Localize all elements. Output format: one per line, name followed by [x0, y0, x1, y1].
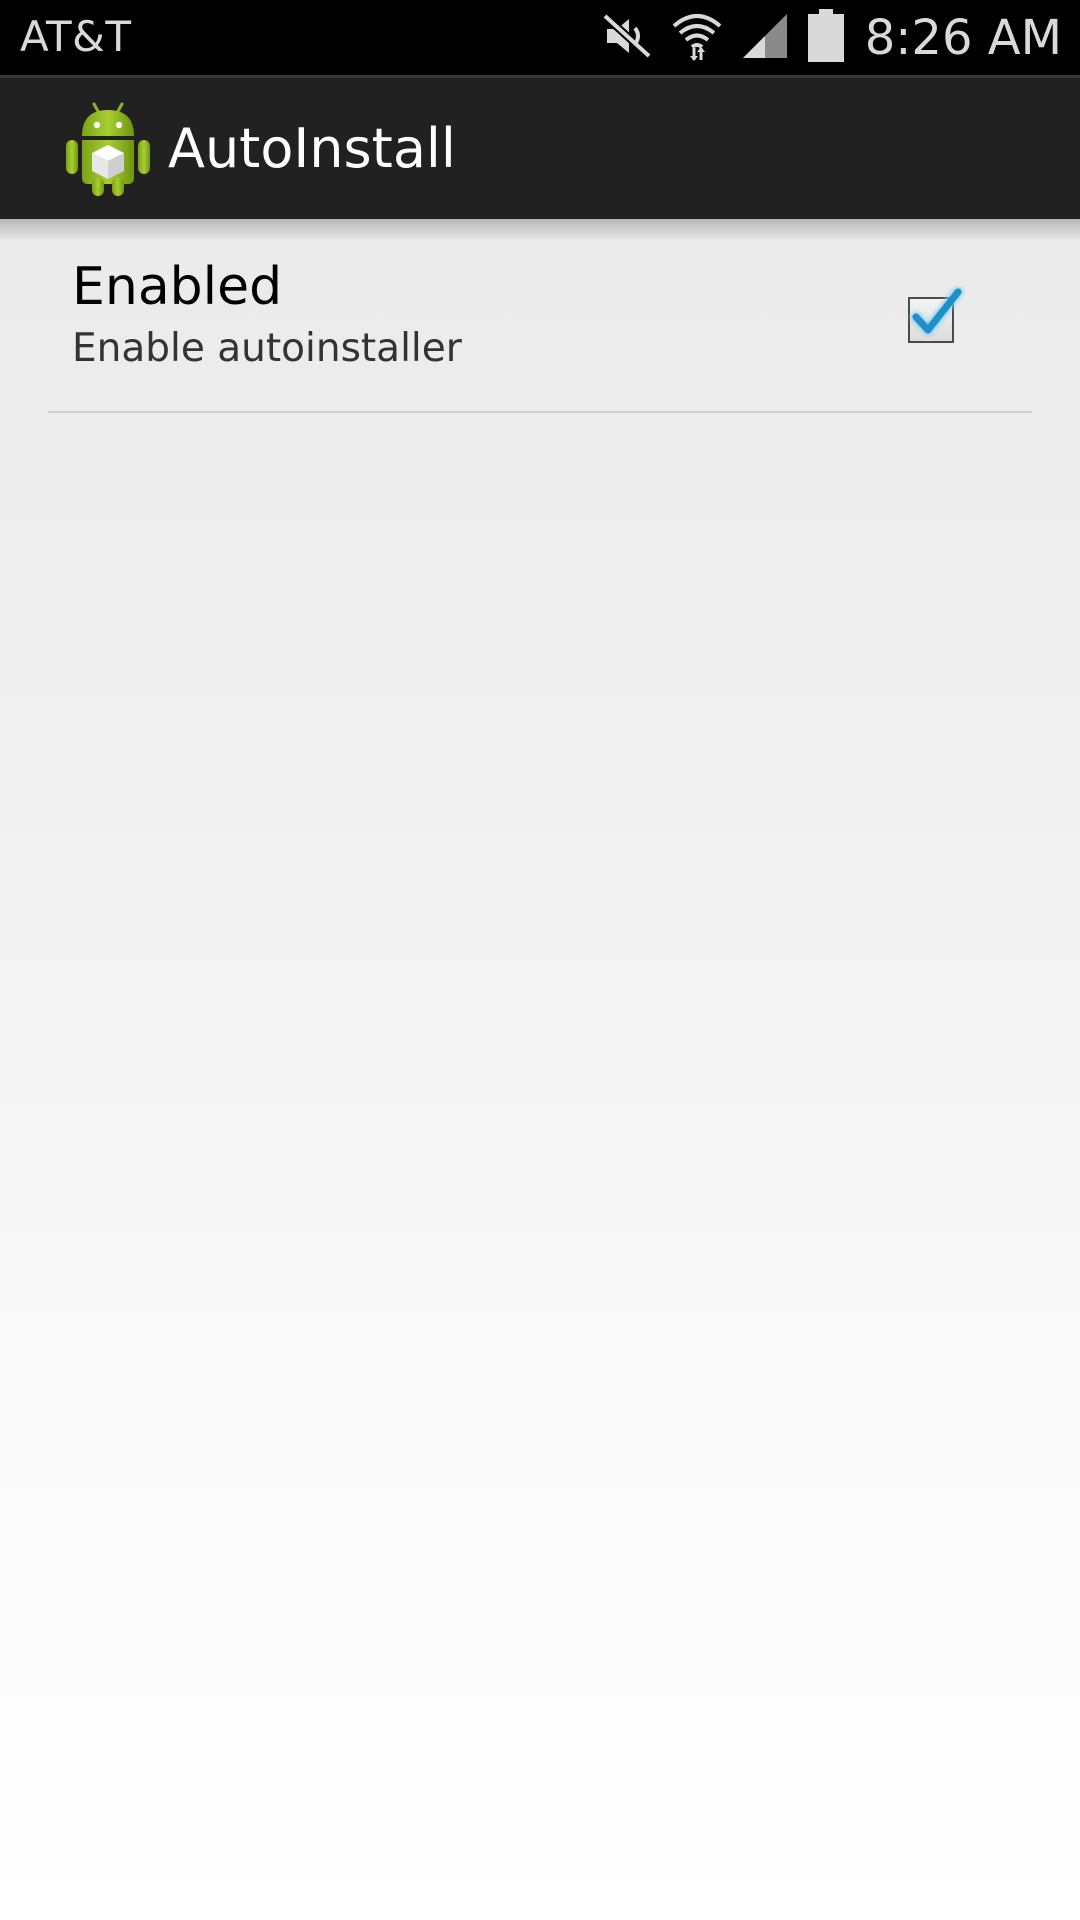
preference-summary: Enable autoinstaller — [72, 326, 462, 371]
action-bar: AutoInstall — [0, 78, 1080, 219]
battery-icon — [807, 9, 845, 67]
android-app-icon[interactable] — [64, 98, 152, 198]
status-bar: AT&T 8:26 AM — [0, 0, 1080, 75]
enabled-preference-row[interactable]: Enabled Enable autoinstaller — [48, 230, 1032, 412]
screen: AT&T 8:26 AM AutoInstall Enabled Enable … — [0, 0, 1080, 1920]
enabled-checkbox[interactable] — [903, 286, 965, 348]
signal-icon — [741, 12, 789, 64]
mute-icon — [601, 12, 653, 64]
carrier-label: AT&T — [20, 12, 132, 61]
list-divider — [48, 411, 1032, 413]
preference-title: Enabled — [72, 257, 283, 317]
clock: 8:26 AM — [864, 10, 1062, 66]
wifi-icon — [671, 10, 723, 66]
status-icons: 8:26 AM — [583, 8, 1062, 68]
app-title: AutoInstall — [168, 117, 456, 180]
